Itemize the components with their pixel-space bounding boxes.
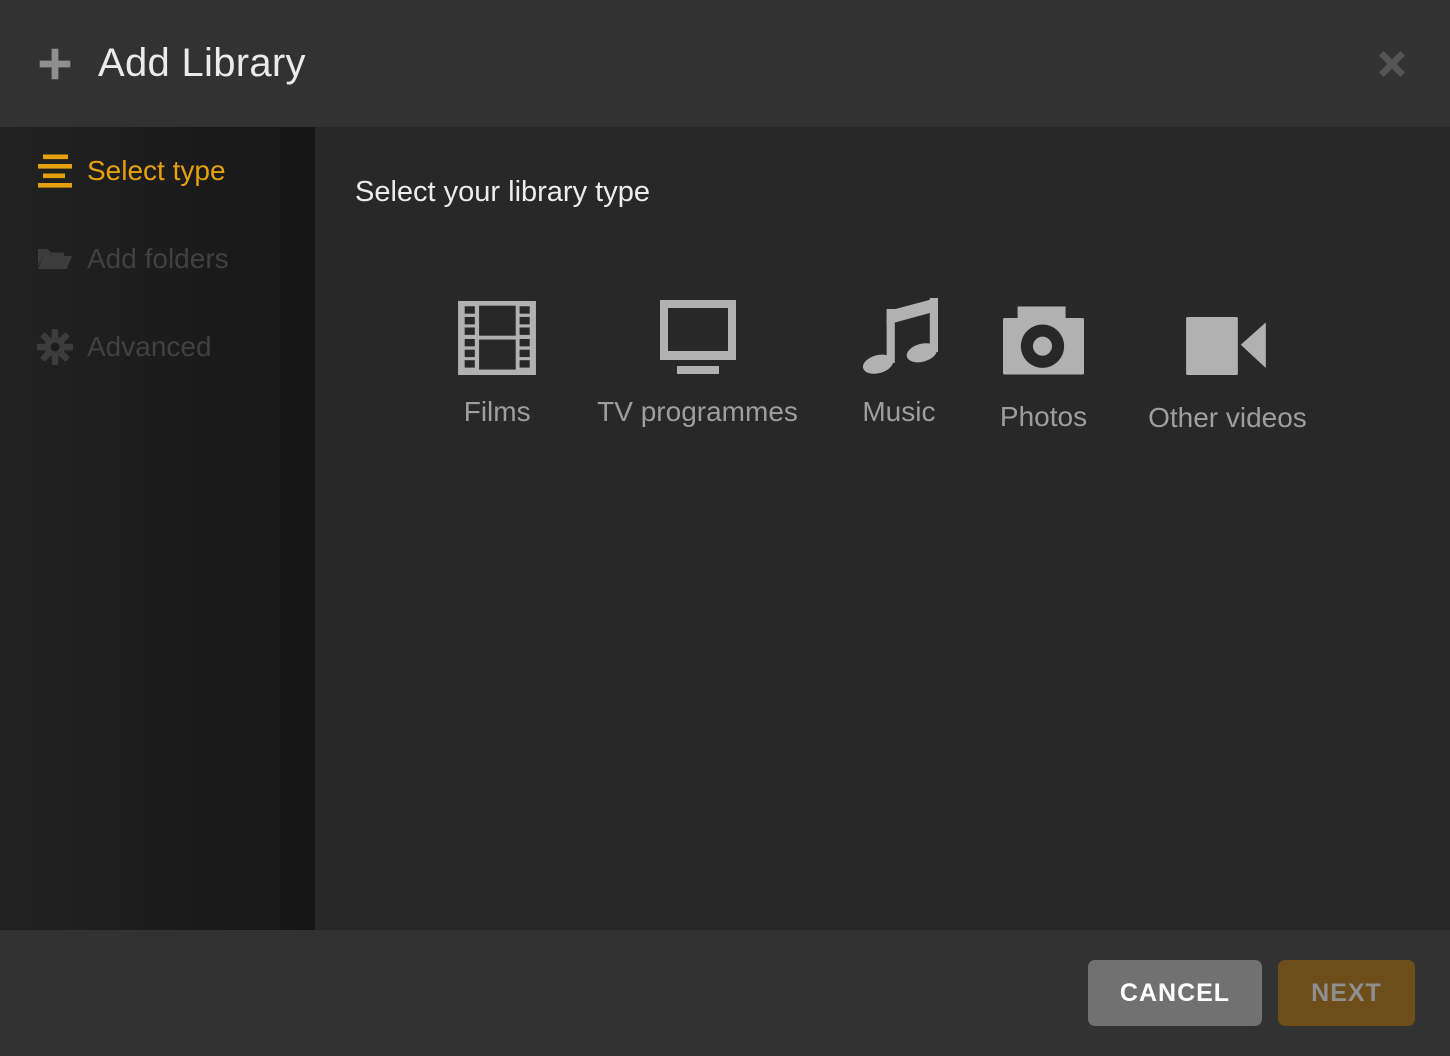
select-type-lines-icon <box>33 150 77 192</box>
library-type-label: TV programmes <box>597 396 798 428</box>
library-type-label: Other videos <box>1148 402 1307 434</box>
music-note-icon <box>859 295 939 375</box>
sidebar-item-label: Advanced <box>87 331 212 363</box>
library-type-label: Photos <box>1000 401 1087 433</box>
library-type-row: Films TV programmes <box>355 295 1410 434</box>
folder-icon <box>33 238 77 280</box>
library-type-music[interactable]: Music <box>859 295 939 434</box>
library-type-photos[interactable]: Photos <box>1000 295 1087 434</box>
sidebar-item-label: Select type <box>87 155 226 187</box>
dialog-body: Select type Add folders <box>0 127 1450 930</box>
plus-icon <box>36 45 74 83</box>
gear-icon <box>33 326 77 368</box>
tv-icon <box>658 295 738 375</box>
library-type-tv-programmes[interactable]: TV programmes <box>597 295 798 434</box>
next-button[interactable]: NEXT <box>1278 960 1415 1026</box>
sidebar-item-add-folders[interactable]: Add folders <box>0 215 315 303</box>
dialog-footer: CANCEL NEXT <box>0 930 1450 1056</box>
close-icon <box>1374 46 1410 82</box>
close-button[interactable] <box>1370 42 1414 86</box>
main-heading: Select your library type <box>355 173 1410 211</box>
library-type-label: Music <box>862 396 935 428</box>
cancel-button[interactable]: CANCEL <box>1088 960 1262 1026</box>
sidebar-item-select-type[interactable]: Select type <box>0 127 315 215</box>
camera-icon <box>1003 295 1084 375</box>
sidebar-item-advanced[interactable]: Advanced <box>0 303 315 391</box>
sidebar-item-label: Add folders <box>87 243 229 275</box>
film-strip-icon <box>458 295 536 375</box>
main-panel: Select your library type <box>315 127 1450 930</box>
add-library-dialog: Add Library <box>0 0 1450 1056</box>
library-type-other-videos[interactable]: Other videos <box>1148 295 1307 434</box>
dialog-header: Add Library <box>0 0 1450 127</box>
dialog-title: Add Library <box>98 41 306 86</box>
library-type-label: Films <box>464 396 531 428</box>
video-camera-icon <box>1186 295 1269 375</box>
library-type-films[interactable]: Films <box>458 295 536 434</box>
sidebar-steps: Select type Add folders <box>0 127 315 930</box>
